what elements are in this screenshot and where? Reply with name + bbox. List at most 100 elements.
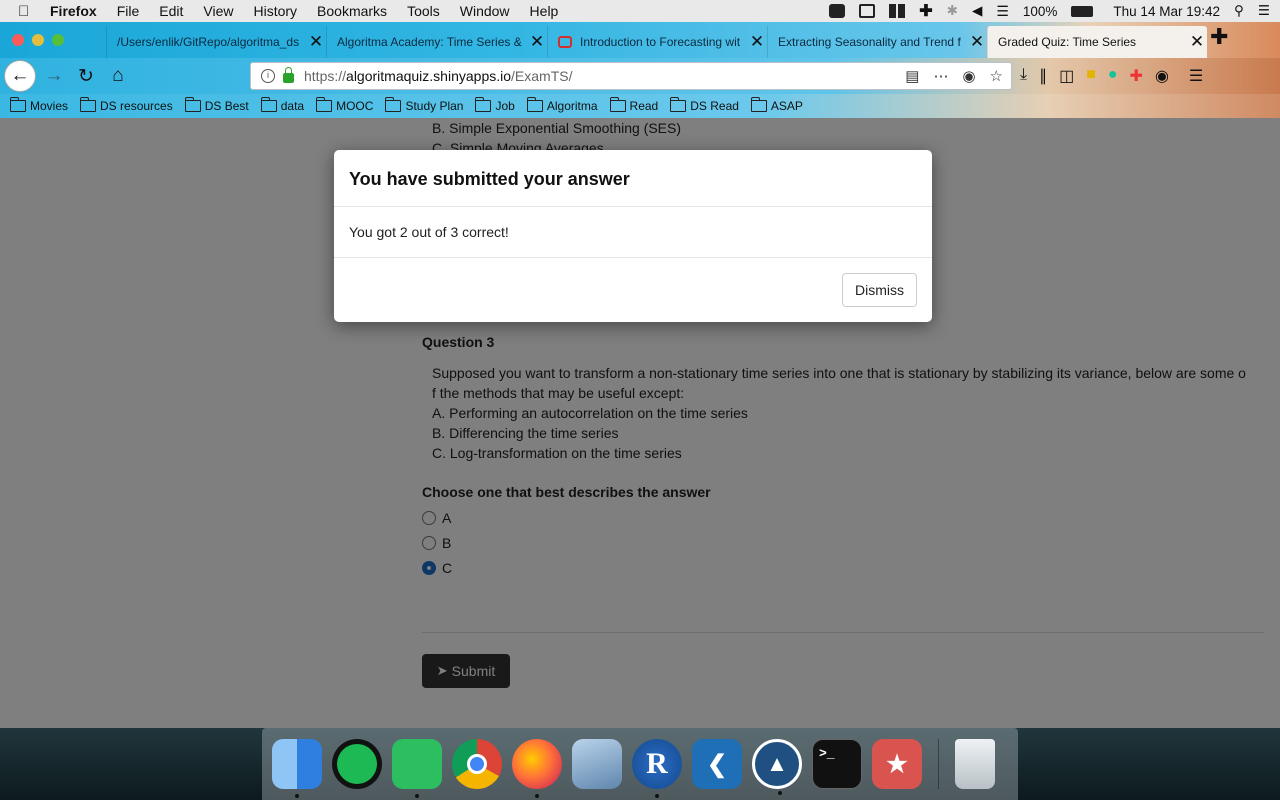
terminal-icon[interactable]: >_ <box>812 739 862 789</box>
folder-icon <box>316 97 333 112</box>
tab-gitrepo[interactable]: /Users/enlik/GitRepo/algoritma_ds ✕ <box>106 26 326 58</box>
preview-icon[interactable] <box>572 739 622 789</box>
forward-button[interactable]: → <box>40 62 68 90</box>
firefox-icon[interactable] <box>512 739 562 798</box>
bookmark-folder-mooc[interactable]: MOOC <box>316 97 373 113</box>
clock[interactable]: Thu 14 Mar 19:42 <box>1113 4 1220 19</box>
evernote-extension-icon[interactable]: ◉ <box>1155 66 1169 86</box>
bookmark-folder-ds-best[interactable]: DS Best <box>184 97 249 113</box>
folder-icon <box>609 97 626 112</box>
folder-icon <box>526 97 543 112</box>
volume-icon[interactable]: ◀ <box>972 3 982 19</box>
tab-algoritma-academy[interactable]: Algoritma Academy: Time Series & ✕ <box>326 26 547 58</box>
modal-footer: Dismiss <box>334 258 932 322</box>
address-bar[interactable]: i https://algoritmaquiz.shinyapps.io/Exa… <box>250 62 1012 90</box>
menu-tools[interactable]: Tools <box>407 3 440 19</box>
home-button[interactable]: ⌂ <box>104 62 132 90</box>
chrome-icon[interactable] <box>452 739 502 789</box>
close-tab-icon[interactable]: ✕ <box>306 32 326 52</box>
bookmark-star-icon[interactable]: ☆ <box>990 67 1003 85</box>
finder-icon[interactable] <box>272 739 322 798</box>
battery-icon[interactable] <box>1071 5 1094 17</box>
tab-graded-quiz[interactable]: Graded Quiz: Time Series ✕ <box>987 26 1207 58</box>
wifi-icon[interactable]: ☰ <box>996 3 1009 20</box>
bookmark-folder-asap[interactable]: ASAP <box>750 97 803 113</box>
folder-icon <box>475 97 492 112</box>
modal-message: You got 2 out of 3 correct! <box>334 207 932 258</box>
menu-view[interactable]: View <box>203 3 233 19</box>
tab-title: Algoritma Academy: Time Series & <box>337 35 522 49</box>
reload-button[interactable]: ↻ <box>72 62 100 90</box>
bookmark-folder-algoritma[interactable]: Algoritma <box>526 97 598 113</box>
evernote-tray-icon[interactable] <box>829 4 846 18</box>
reader-view-icon[interactable]: ▤ <box>905 67 919 85</box>
bookmark-folder-data[interactable]: data <box>260 97 304 113</box>
menu-hamburger-icon[interactable]: ☰ <box>1189 66 1203 86</box>
bookmark-folder-job[interactable]: Job <box>475 97 515 113</box>
tab-extracting-seasonality[interactable]: Extracting Seasonality and Trend f ✕ <box>767 26 987 58</box>
app-tray-icon[interactable] <box>859 4 876 18</box>
minimize-window-icon[interactable] <box>32 34 44 46</box>
plus-tray-icon[interactable]: ✚ <box>919 1 932 21</box>
oreilly-favicon-icon <box>558 36 572 48</box>
submission-modal: You have submitted your answer You got 2… <box>334 150 932 322</box>
site-info-icon[interactable]: i <box>261 69 275 83</box>
close-tab-icon[interactable]: ✕ <box>747 32 767 52</box>
sidebar-icon[interactable]: ◫ <box>1059 66 1074 86</box>
bookmarks-toolbar: Movies DS resources DS Best data MOOC St… <box>0 94 1280 118</box>
menu-help[interactable]: Help <box>530 3 559 19</box>
menu-bookmarks[interactable]: Bookmarks <box>317 3 387 19</box>
close-tab-icon[interactable]: ✕ <box>1187 32 1207 52</box>
zoom-window-icon[interactable] <box>52 34 64 46</box>
wunderlist-icon[interactable]: ★ <box>872 739 922 789</box>
folder-icon <box>750 97 767 112</box>
grammarly-icon[interactable]: ● <box>1108 66 1118 86</box>
downloads-icon[interactable]: ⤓ <box>1020 66 1027 86</box>
apple-menu-icon[interactable]:  <box>18 3 36 20</box>
notification-center-icon[interactable]: ☰ <box>1258 3 1270 19</box>
menu-history[interactable]: History <box>253 3 297 19</box>
secure-lock-icon <box>283 67 294 83</box>
evernote-icon[interactable] <box>392 739 442 798</box>
navigation-toolbar: ← → ↻ ⌂ i https://algoritmaquiz.shinyapp… <box>0 58 1280 94</box>
folder-icon <box>10 97 26 112</box>
close-tab-icon[interactable]: ✕ <box>967 32 987 52</box>
back-button[interactable]: ← <box>4 60 36 92</box>
tab-title: Extracting Seasonality and Trend f <box>778 35 961 49</box>
tab-intro-forecasting[interactable]: Introduction to Forecasting wit ✕ <box>547 26 767 58</box>
extension-plus-icon[interactable]: ✚ <box>1130 66 1143 86</box>
r-icon[interactable]: R <box>632 739 682 798</box>
sourcetree-icon[interactable]: ▲ <box>752 739 802 795</box>
spotlight-search-icon[interactable]: ⚲ <box>1234 3 1244 19</box>
menu-app-name[interactable]: Firefox <box>50 3 97 19</box>
extension-badge-icon[interactable]: ■ <box>1086 66 1096 86</box>
bookmark-folder-ds-resources[interactable]: DS resources <box>80 97 173 113</box>
menu-file[interactable]: File <box>117 3 140 19</box>
folder-icon <box>385 97 402 112</box>
tab-strip: /Users/enlik/GitRepo/algoritma_ds ✕ Algo… <box>0 22 1280 58</box>
macos-menu-bar:  Firefox File Edit View History Bookmar… <box>0 0 1280 22</box>
bookmark-folder-movies[interactable]: Movies <box>10 97 68 113</box>
new-tab-icon[interactable]: ✚ <box>1210 24 1228 50</box>
bookmark-folder-read[interactable]: Read <box>609 97 658 113</box>
spotify-icon[interactable] <box>332 739 382 789</box>
pocket-icon[interactable]: ◉ <box>962 67 975 85</box>
battery-percent[interactable]: 100% <box>1023 4 1058 19</box>
bookmark-folder-ds-read[interactable]: DS Read <box>670 97 739 113</box>
library-icon[interactable]: ∥ <box>1039 66 1047 86</box>
bluetooth-icon[interactable]: ✱ <box>947 3 958 19</box>
bookmark-folder-study-plan[interactable]: Study Plan <box>385 97 463 113</box>
close-tab-icon[interactable]: ✕ <box>527 32 547 52</box>
folder-icon <box>670 97 687 112</box>
vscode-icon[interactable]: ❮ <box>692 739 742 789</box>
grid-tray-icon[interactable] <box>889 4 906 18</box>
menu-edit[interactable]: Edit <box>159 3 183 19</box>
tab-title: /Users/enlik/GitRepo/algoritma_ds <box>117 35 300 49</box>
menu-window[interactable]: Window <box>460 3 510 19</box>
trash-icon[interactable] <box>955 739 995 789</box>
url-text[interactable]: https://algoritmaquiz.shinyapps.io/ExamT… <box>304 68 572 84</box>
tab-title: Introduction to Forecasting wit <box>580 35 741 49</box>
close-window-icon[interactable] <box>12 34 24 46</box>
page-actions-icon[interactable]: ⋯ <box>933 67 948 85</box>
dismiss-button[interactable]: Dismiss <box>842 273 917 307</box>
